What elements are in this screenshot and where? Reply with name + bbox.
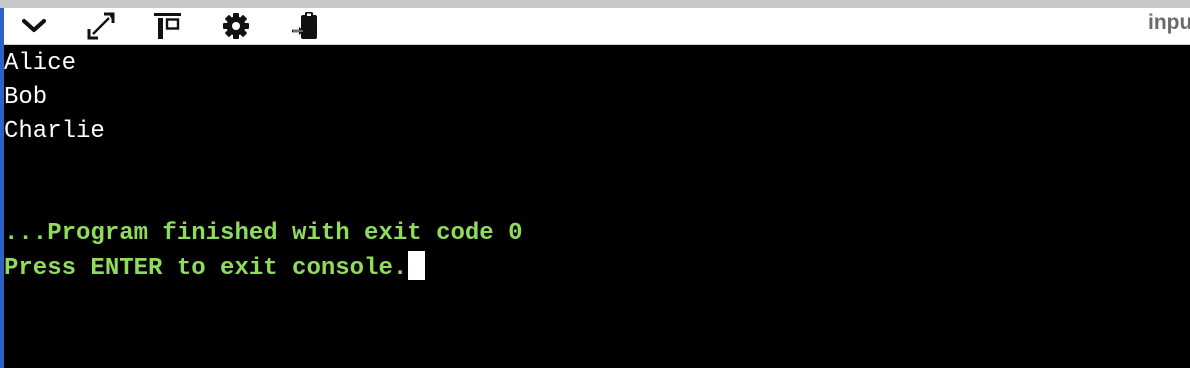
exit-prompt-line: Press ENTER to exit console. — [4, 251, 426, 285]
layout-panel-icon — [154, 13, 181, 39]
exit-status-message: ...Program finished with exit code 0 — [4, 220, 523, 247]
console-output-area[interactable]: Alice Bob Charlie ...Program finished wi… — [4, 45, 1190, 368]
gear-icon — [223, 13, 249, 39]
output-line: Alice — [4, 50, 77, 77]
layout-button[interactable] — [148, 8, 188, 44]
text-cursor — [408, 251, 426, 280]
window-top-border — [0, 0, 1190, 8]
clipboard-export-icon — [292, 12, 317, 39]
console-toolbar: input — [4, 8, 1190, 45]
input-tab[interactable]: input — [1148, 8, 1190, 40]
collapse-button[interactable] — [14, 8, 54, 44]
console-window: input Alice Bob Charlie ...Program finis… — [0, 0, 1190, 368]
expand-arrows-icon — [87, 12, 115, 40]
exit-prompt-text: Press ENTER to exit console. — [4, 255, 408, 282]
output-line: Charlie — [4, 118, 105, 145]
settings-button[interactable] — [216, 8, 256, 44]
output-line: Bob — [4, 84, 48, 111]
chevron-down-icon — [21, 18, 47, 33]
maximize-button[interactable] — [81, 8, 121, 44]
export-output-button[interactable] — [285, 8, 325, 44]
